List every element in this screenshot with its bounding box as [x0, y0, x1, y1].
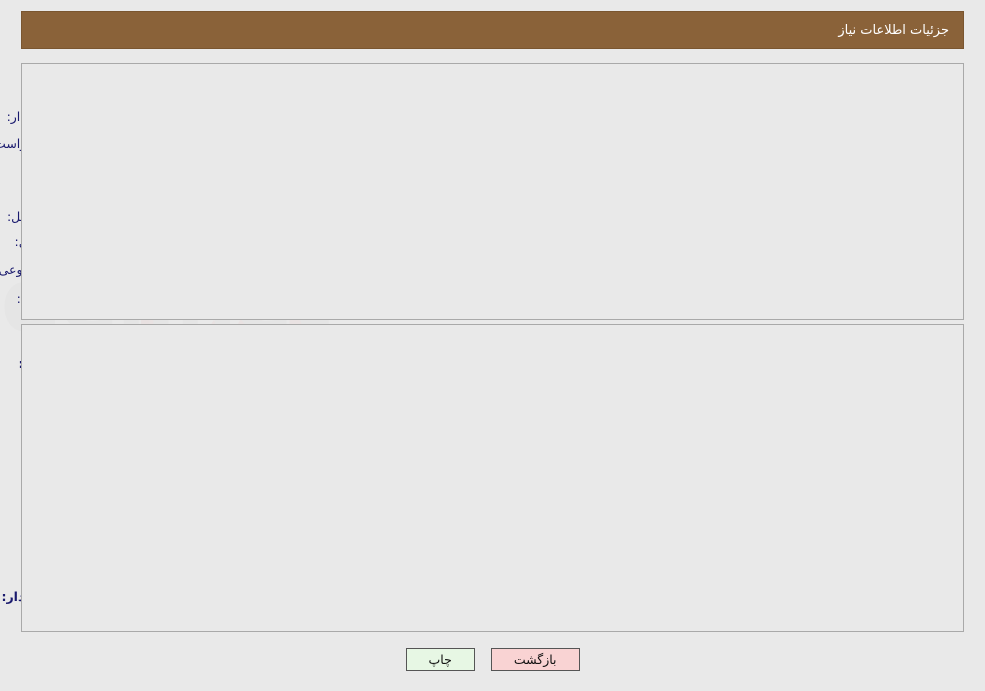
need-info-panel — [21, 63, 964, 320]
back-button[interactable]: بازگشت — [490, 648, 580, 671]
page-title: جزئیات اطلاعات نیاز — [838, 22, 949, 38]
page-header: جزئیات اطلاعات نیاز — [21, 11, 964, 49]
page-root: AriaTender.net جزئیات اطلاعات نیاز شماره… — [0, 0, 985, 691]
need-details-panel — [21, 324, 964, 632]
print-button[interactable]: چاپ — [405, 648, 475, 671]
action-button-bar: بازگشت چاپ — [0, 648, 985, 671]
